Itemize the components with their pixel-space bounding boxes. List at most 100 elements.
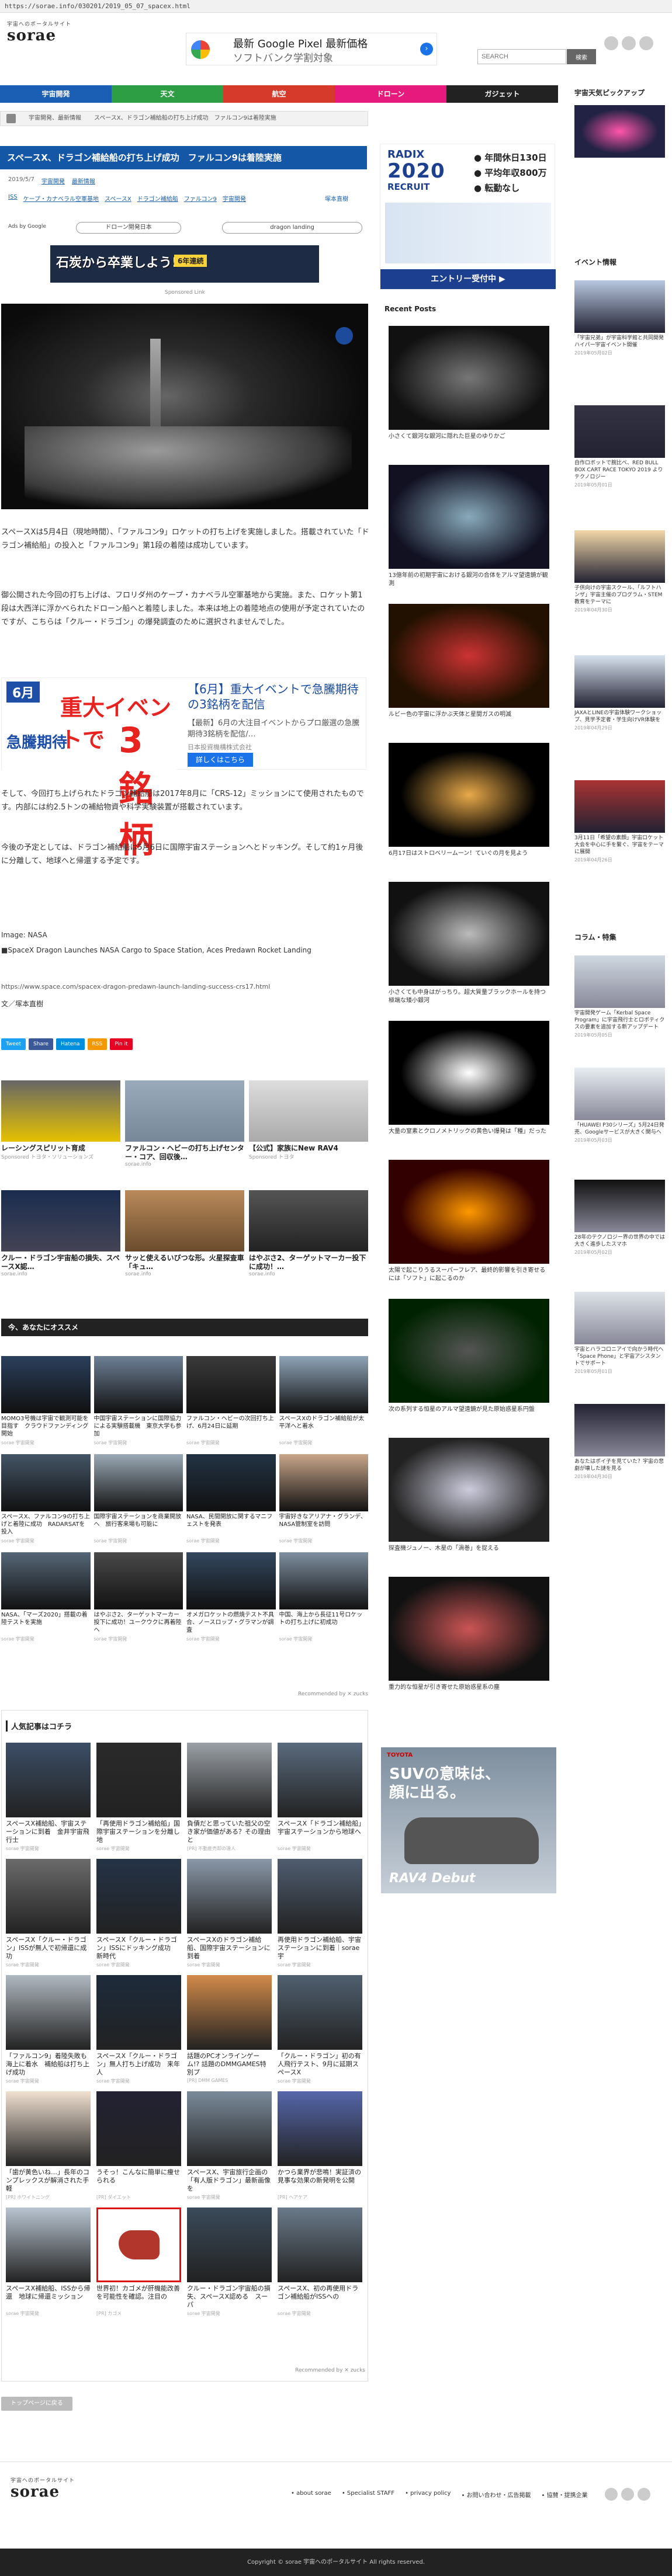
space-weather-card[interactable] xyxy=(574,105,665,158)
recent-post[interactable]: 探査機ジュノー、木星の「渦巻」を捉える xyxy=(389,1438,549,1561)
footer-link[interactable]: • 協賛・提携企業 xyxy=(542,2490,588,2499)
recommend-card[interactable]: はやぶさ2、ターゲットマーカー投下に成功！ユークウクに再着陸へ sorae 宇宙開… xyxy=(93,1552,183,1642)
reco-card[interactable]: レーシングスピリット育成 Sponsored トヨタ・ソリューションズ xyxy=(1,1080,120,1167)
popular-card[interactable]: スペースX補給船、ISSから帰還 地球に帰還ミッション sorae 宇宙開発 xyxy=(6,2207,91,2317)
search-input[interactable] xyxy=(477,49,566,64)
twitter-icon[interactable] xyxy=(604,36,618,50)
tag-link[interactable]: ケープ・カナベラル空軍基地 xyxy=(23,194,99,203)
reco-card[interactable]: 【公式】家族にNew RAV4 Sponsored トヨタ xyxy=(249,1080,368,1167)
inline-ad[interactable]: 6月 重大イベントで 急騰期待 3銘柄 【6月】重大イベントで急騰期待の3銘柄を… xyxy=(1,677,366,861)
column-item[interactable]: あなたはポイ子を見ていた？宇宙の悲劇が壊した謎を見る 2019年04月30日 xyxy=(574,1404,665,1480)
tag-link[interactable]: ドラゴン補給船 xyxy=(137,194,178,203)
popular-card[interactable]: スペースXのドラゴン補給船、国際宇宙ステーションに到着 sorae 宇宙開発 xyxy=(187,1859,272,1968)
ad-pill-drone[interactable]: ドローン開発日本 xyxy=(76,222,181,234)
recommend-card[interactable]: 宇宙好きなアリアナ・グランデ、NASA管制室を訪問 sorae 宇宙開発 xyxy=(279,1454,368,1544)
source-url[interactable]: https://www.space.com/spacex-dragon-pred… xyxy=(1,980,369,993)
nav-item-1[interactable]: 天文 xyxy=(112,85,223,103)
recommend-card[interactable]: オメガロケットの燃焼テスト不具合、ノースロップ・グラマンが調査 sorae 宇宙開… xyxy=(186,1552,276,1642)
reco-card[interactable]: はやぶさ2、ターゲットマーカー投下に成功！… sorae.info xyxy=(249,1190,368,1277)
home-icon[interactable] xyxy=(6,114,16,123)
reco-card[interactable]: クルー・ドラゴン宇宙船の損失、スペースX認… sorae.info xyxy=(1,1190,120,1277)
column-item[interactable]: 28年のテクノロジー界の世界の中では大きく進歩したスマホ 2019年05月02日 xyxy=(574,1180,665,1256)
category-link[interactable]: 最新情報 xyxy=(72,176,95,185)
tag-link[interactable]: 宇宙開発 xyxy=(223,194,246,203)
nav-item-0[interactable]: 宇宙開発 xyxy=(0,85,112,103)
footer-logo[interactable]: 宇宙へのポータルサイト sorae xyxy=(11,2476,75,2500)
event-item[interactable]: 3月11日「希望の素顔」宇宙ロケット大会を中心に手を繋ぐ、宇宙をテーマに展開 20… xyxy=(574,780,665,863)
recommend-card[interactable]: NASA、「マーズ2020」搭載の着陸テストを実施 sorae 宇宙開発 xyxy=(1,1552,91,1642)
recent-post[interactable]: 小さくて銀河な銀河に隠れた巨星のゆりかご xyxy=(389,326,549,449)
event-item[interactable]: 自作ロボットで腕比べ、RED BULL BOX CART RACE TOKYO … xyxy=(574,405,665,488)
header-ad[interactable]: 最新 Google Pixel 最新価格 ソフトバンク学割対象 › xyxy=(186,33,437,65)
share-button[interactable]: RSS xyxy=(87,1038,108,1050)
footer-link[interactable]: • お問い合わせ・広告掲載 xyxy=(461,2490,531,2499)
recent-post[interactable]: 6月17日はストロベリームーン！ていぐの月を見よう xyxy=(389,743,549,866)
recommend-card[interactable]: NASA、民間開放に関するマニフェストを発表 sorae 宇宙開発 xyxy=(186,1454,276,1544)
share-button[interactable]: Share xyxy=(28,1038,53,1050)
toyota-ad[interactable]: TOYOTA SUVの意味は、 顔に出る。 RAV4 Debut xyxy=(381,1747,556,1893)
inline-ad-button[interactable]: 詳しくはこちら xyxy=(188,753,253,767)
recent-post[interactable]: 13億年前の初期宇宙における銀河の合体をアルマ望遠鏡が観測 xyxy=(389,465,549,588)
tag-link[interactable]: ファルコン9 xyxy=(184,194,217,203)
recommend-card[interactable]: 国際宇宙ステーションを商業開放へ 旅行客来場も可能に sorae 宇宙開発 xyxy=(93,1454,183,1544)
column-item[interactable]: 宇宙開発ゲーム「Kerbal Space Program」に宇宙飛行士とロボティ… xyxy=(574,955,665,1038)
author-link[interactable]: 塚本直樹 xyxy=(325,194,348,203)
popular-card[interactable]: スペースX「クルー・ドラゴン」無人打ち上げ成功 来年人 sorae 宇宙開発 xyxy=(96,1975,181,2084)
share-button[interactable]: Pin it xyxy=(110,1038,133,1050)
popular-card[interactable]: 「クルー・ドラゴン」初の有人飛行テスト、9月に延期スペースX sorae 宇宙開発 xyxy=(278,1975,362,2084)
radix-ad[interactable]: RADIX 2020 RECRUIT ● 年間休日130日 ● 平均年収800万… xyxy=(380,144,556,290)
reco-card[interactable]: サッと使えるいびつな形。火星探査車「キュ… sorae.info xyxy=(125,1190,244,1277)
twitter-icon[interactable] xyxy=(605,2488,618,2501)
popular-card[interactable]: スペースX補給船、宇宙ステーションに到着 金井宇宙飛行士 sorae 宇宙開発 xyxy=(6,1743,91,1852)
popular-card[interactable]: 「歯が黄色いね…」長年のコンプレックスが解消された手軽 [PR] ホワイトニング xyxy=(6,2091,91,2200)
search-button[interactable]: 検索 xyxy=(567,49,596,64)
radix-entry-button[interactable]: エントリー受付中 ▶ xyxy=(380,269,556,289)
chevron-right-icon[interactable]: › xyxy=(420,43,433,55)
breadcrumb-category[interactable]: 宇宙開発、最新情報 xyxy=(29,112,81,126)
footer-link[interactable]: • privacy policy xyxy=(405,2490,451,2499)
event-item[interactable]: JAXAとLINEの宇宙体験ワークショップ、見学予定者・学生向けVR体験を 201… xyxy=(574,655,665,731)
rss-icon[interactable] xyxy=(638,2488,650,2501)
recent-post[interactable]: 大量の窒素とクロノメトリックの黄色い爆発は「種」だった xyxy=(389,1021,549,1144)
column-item[interactable]: 「HUAWEI P30シリーズ」5月24日発売、Googleサービスが大きく関与… xyxy=(574,1068,665,1143)
recent-post[interactable]: 小さくても中身はがっちり。超大質量ブラックホールを持つ極端な矮小銀河 xyxy=(389,882,549,1005)
category-link[interactable]: 宇宙開発 xyxy=(41,176,65,185)
tag-link[interactable]: ISS xyxy=(8,194,18,203)
reco-card[interactable]: ファルコン・ヘビーの打ち上げセンター・コア、回収後… sorae.info xyxy=(125,1080,244,1167)
recent-post[interactable]: 次の系列する恒星のアルマ望遠鏡が見た原始惑星系円盤 xyxy=(389,1299,549,1422)
recommend-card[interactable]: ファルコン・ヘビーの次回打ち上げ、6月24日に延期 sorae 宇宙開発 xyxy=(186,1356,276,1446)
popular-card[interactable]: スペースX「クルー・ドラゴン」ISSが無人で初帰還に成功 sorae 宇宙開発 xyxy=(6,1859,91,1968)
nav-item-4[interactable]: ガジェット xyxy=(446,85,558,103)
popular-card[interactable]: スペースX「クルー・ドラゴン」ISSにドッキング成功 新時代 sorae 宇宙開発 xyxy=(96,1859,181,1968)
recent-post[interactable]: 重力的な恒星が引き寄せた原始惑星系の塵 xyxy=(389,1577,549,1700)
popular-card[interactable]: 「ファルコン9」着陸失敗も海上に着水 補給船は打ち上げ成功 sorae 宇宙開発 xyxy=(6,1975,91,2084)
facebook-icon[interactable] xyxy=(621,2488,634,2501)
rss-icon[interactable] xyxy=(639,36,653,50)
nav-item-2[interactable]: 航空 xyxy=(223,85,335,103)
recommend-card[interactable]: 中国、海上から長征11号ロケットの打ち上げに初成功 sorae 宇宙開発 xyxy=(279,1552,368,1642)
popular-card[interactable]: うそっ！こんなに簡単に痩せられる [PR] ダイエット xyxy=(96,2091,181,2200)
popular-card[interactable]: かつら業界が悲鳴！実証済の見事な効果の新発明を公開 [PR] ヘアケア xyxy=(278,2091,362,2200)
inline-ad-headline[interactable]: 【6月】重大イベントで急騰期待の3銘柄を配信 xyxy=(188,682,363,712)
tag-link[interactable]: スペースX xyxy=(105,194,131,203)
back-to-top-button[interactable]: トップページに戻る xyxy=(1,2397,72,2411)
popular-card[interactable]: スペースX、宇宙旅行企画の「有人版ドラゴン」最新画像を sorae 宇宙開発 xyxy=(187,2091,272,2200)
recent-post[interactable]: ルビー色の宇宙に浮かぶ天体と星間ガスの明滅 xyxy=(389,604,549,727)
banner-ad[interactable]: 石炭から卒業しよう! 6年連続 xyxy=(50,245,319,283)
popular-card[interactable]: スペースX、初の再使用ドラゴン補給船がISSへの sorae 宇宙開発 xyxy=(278,2207,362,2317)
recent-post[interactable]: 太陽で起こりうるスーパーフレア、最終的影響を引き寄せるには「ソフト」に起こるのか xyxy=(389,1160,549,1283)
share-button[interactable]: Hatena xyxy=(56,1038,85,1050)
popular-card[interactable]: 「再使用ドラゴン補給船」国際宇宙ステーションを分離し地 sorae 宇宙開発 xyxy=(96,1743,181,1852)
popular-card[interactable]: スペースX「ドラゴン補給船」宇宙ステーションから地球へ sorae 宇宙開発 xyxy=(278,1743,362,1852)
popular-card[interactable]: クルー・ドラゴン宇宙船の損失、スペースX認める スーパ sorae 宇宙開発 xyxy=(187,2207,272,2317)
footer-link[interactable]: • Specialist STAFF xyxy=(342,2490,394,2499)
popular-card[interactable]: 負債だと思っていた祖父の空き家が価値がある？その理由と [PR] 不動産売却の達人 xyxy=(187,1743,272,1852)
url-bar[interactable]: https://sorae.info/030201/2019_05_07_spa… xyxy=(0,0,672,13)
popular-card[interactable]: 世界初！カゴメが肝機能改善を可能性を確認。注目の [PR] カゴメ xyxy=(96,2207,181,2317)
share-button[interactable]: Tweet xyxy=(1,1038,26,1050)
nav-item-3[interactable]: ドローン xyxy=(335,85,446,103)
recommend-card[interactable]: スペースX、ファルコン9の打ち上げと着陸に成功 RADARSATを投入 sorae… xyxy=(1,1454,91,1544)
event-item[interactable]: 子供向けの宇宙スクール、「ルフトハンザ」宇宙主催のプログラム・STEM教育をテー… xyxy=(574,530,665,613)
site-logo[interactable]: 宇宙へのポータルサイト sorae xyxy=(7,20,71,44)
recommend-card[interactable]: MOMO3号機は宇宙で観測可能を目指す クラウドファンディング開始 sorae 宇… xyxy=(1,1356,91,1446)
